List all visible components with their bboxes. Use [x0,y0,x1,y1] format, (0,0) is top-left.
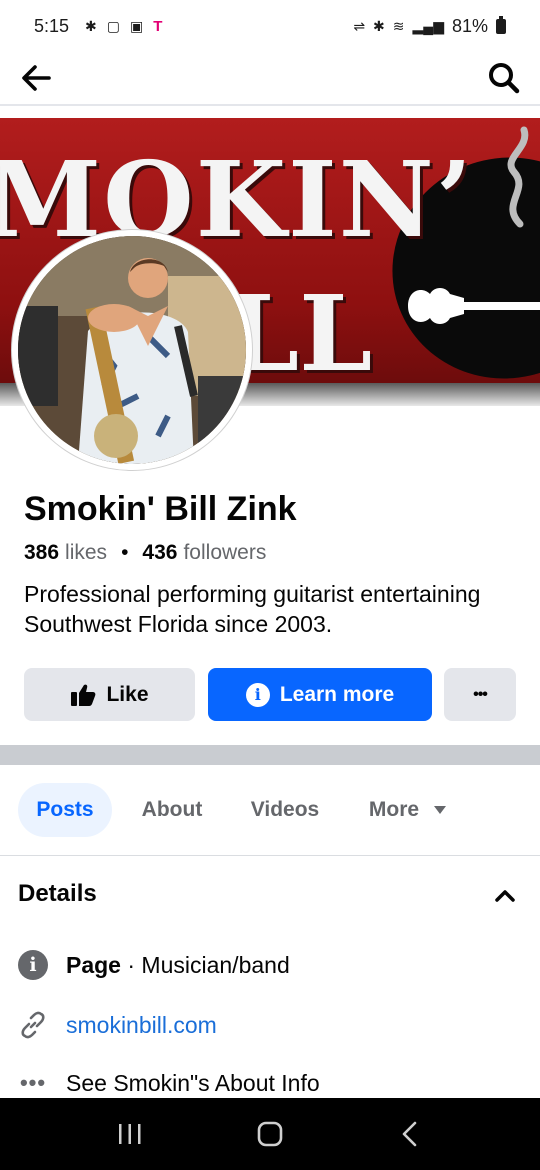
likes-count: 386 [24,541,60,564]
cover-guitar-icon [408,288,540,324]
home-icon [257,1121,283,1147]
likes-label: likes [65,541,108,564]
profile-tabs: Posts About Videos More [0,783,540,837]
home-button[interactable] [240,1104,300,1164]
tab-posts[interactable]: Posts [18,783,112,837]
details-heading: Details [18,880,97,907]
page-title: Smokin' Bill Zink [24,490,297,528]
thumbs-up-icon [71,684,96,706]
notification-icon: ▢ [106,18,121,34]
more-options-icon: ••• [473,685,488,703]
link-icon [18,1010,48,1040]
status-bar: 5:15 ✱ ▢ ▣ T ⇌ ✱ ≋ ▂▄▆ 81% [0,0,540,52]
followers-count: 436 [142,541,178,564]
link-icon-glyph [21,1011,45,1039]
android-nav-bar [0,1098,540,1170]
system-back-button[interactable] [380,1104,440,1164]
info-circle-glyph: i [18,950,48,980]
battery-icon [496,15,506,34]
bluetooth-icon: ✱ [85,18,97,34]
top-nav [0,52,540,106]
chevron-up-icon [495,890,515,902]
chevron-left-icon [402,1121,417,1147]
detail-about-info[interactable]: ••• See Smokin"s About Info [18,1068,528,1098]
followers-label: followers [183,541,267,564]
wifi-icon: ≋ [392,18,405,34]
search-icon [489,63,520,94]
like-button-label: Like [106,682,149,706]
back-button[interactable] [18,60,54,96]
tab-about-label: About [141,798,203,821]
tab-more[interactable]: More [356,783,460,837]
info-icon: i [245,682,270,707]
details-collapse-button[interactable] [490,880,520,910]
gallery-icon: ▣ [130,18,144,34]
page-bio: Professional performing guitarist entert… [24,581,481,637]
signal-icon: ▂▄▆ [412,18,444,34]
info-icon: i [18,950,48,980]
recent-apps-icon [119,1124,141,1144]
page-category: · Musician/band [120,951,290,978]
bluetooth-status-icon: ✱ [373,18,385,34]
tab-posts-label: Posts [36,798,94,821]
tab-more-label: More [368,798,420,821]
avatar-photo [18,236,246,464]
battery-percent: 81% [451,15,488,36]
cover-smoke-icon [507,126,529,228]
hotspot-icon: ⇌ [353,18,366,34]
avatar-image [18,236,246,464]
like-button[interactable]: Like [24,668,195,721]
learn-more-button[interactable]: i Learn more [208,668,432,721]
more-dots-glyph: ••• [19,1070,47,1095]
detail-website[interactable]: smokinbill.com [18,1010,528,1040]
learn-more-label: Learn more [279,682,395,706]
status-time: 5:15 [34,15,70,36]
tab-about[interactable]: About [128,783,216,837]
page-label: Page [66,951,121,978]
caret-down-icon [434,806,447,814]
section-divider [0,745,540,765]
tab-videos[interactable]: Videos [236,783,334,837]
more-dots-icon: ••• [18,1068,48,1098]
search-button[interactable] [486,60,522,96]
more-options-button[interactable]: ••• [444,668,516,721]
tabs-border [0,855,540,856]
tab-videos-label: Videos [250,798,320,821]
page-stats: 386 likes • 436 followers [24,541,266,565]
stats-separator: • [121,541,129,564]
website-link[interactable]: smokinbill.com [66,1012,217,1039]
detail-page-type: i Page · Musician/band [18,950,528,980]
arrow-left-icon [22,65,51,91]
about-info-link[interactable]: See Smokin"s About Info [66,1070,320,1097]
carrier-icon: T [153,17,163,35]
cover-text-line1: MOKIN’ [0,138,475,261]
recent-apps-button[interactable] [100,1104,160,1164]
status-left: 5:15 ✱ ▢ ▣ T [34,16,162,37]
status-right: ⇌ ✱ ≋ ▂▄▆ 81% [353,15,506,37]
profile-avatar[interactable] [12,230,252,470]
